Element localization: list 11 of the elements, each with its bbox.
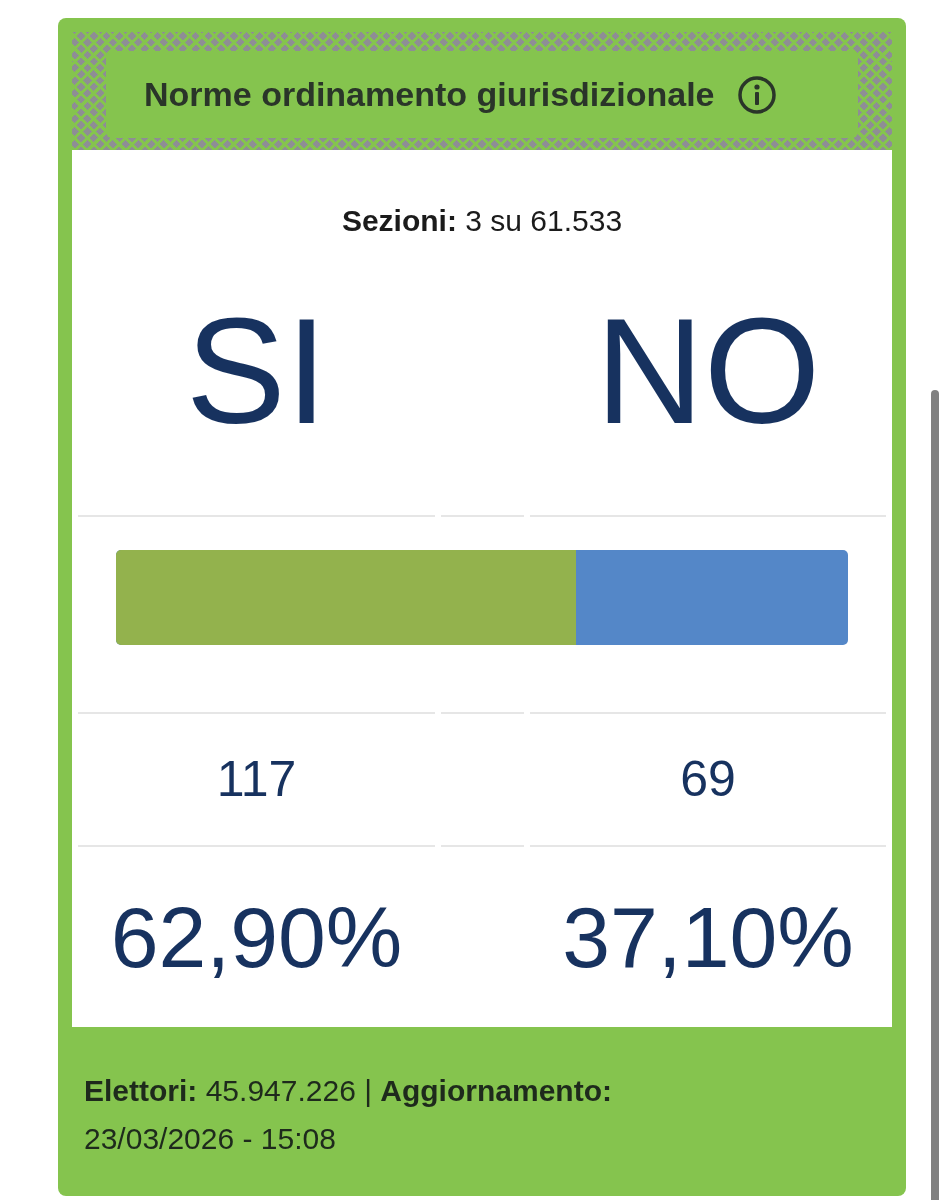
option-label: NO — [530, 250, 886, 517]
footer-info: Elettori: 45.947.226 | Aggiornamento: 23/03/2026 - 15:08 — [84, 1073, 613, 1157]
vote-count: 117 — [78, 714, 435, 847]
card-title: Norme ordinamento giurisdizionale — [144, 74, 715, 115]
vote-percent: 37,10% — [561, 887, 855, 987]
info-icon[interactable] — [736, 74, 777, 115]
option-label: SI — [78, 250, 435, 517]
vote-percent: 62,90% — [109, 887, 404, 987]
sections-count: Sezioni: 3 su 61.533 — [340, 203, 624, 239]
scrollbar[interactable] — [931, 390, 939, 1200]
vote-count: 69 — [530, 714, 886, 847]
